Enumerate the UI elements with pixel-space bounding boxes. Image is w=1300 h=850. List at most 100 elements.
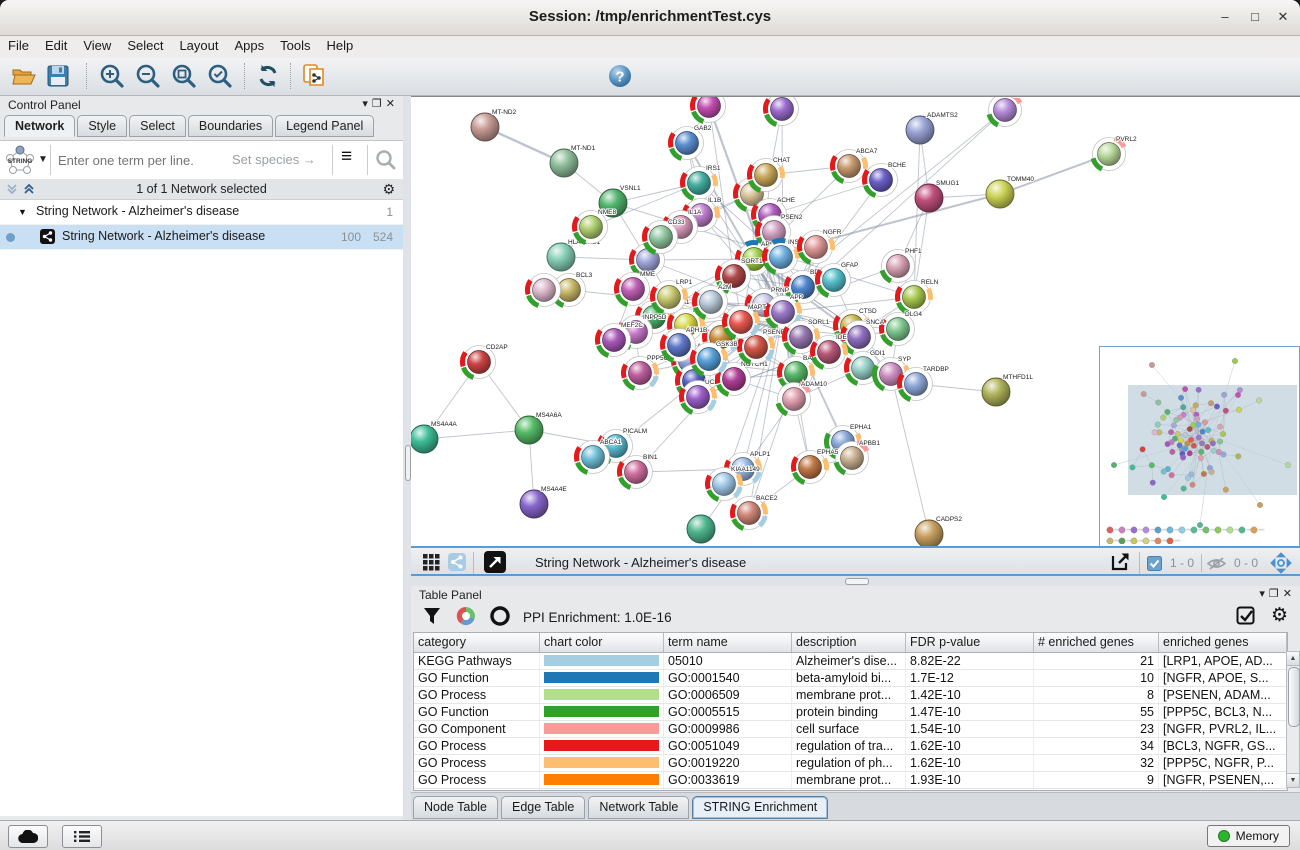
network-row-selected[interactable]: String Network - Alzheimer's disease 100… <box>0 225 403 250</box>
network-node-cd2ap[interactable]: CD2AP <box>463 344 508 379</box>
network-canvas[interactable]: MT-ND2MT-ND1VSNL1GAB2CASP3CR1ADAMTS2CELF… <box>411 96 1300 547</box>
network-node-ms4a4e[interactable]: MS4A4E <box>520 486 567 518</box>
tab-network-table[interactable]: Network Table <box>588 796 689 819</box>
task-history-button[interactable] <box>62 825 102 848</box>
menu-tools[interactable]: Tools <box>272 36 318 55</box>
tab-edge-table[interactable]: Edge Table <box>501 796 585 819</box>
hidden-eye-icon[interactable] <box>1207 556 1226 571</box>
table-row[interactable]: GO ProcessGO:0006509membrane prot...1.42… <box>414 687 1287 704</box>
scroll-down-button[interactable]: ▼ <box>1287 773 1299 787</box>
menu-layout[interactable]: Layout <box>171 36 226 55</box>
table-row[interactable]: GO ProcessGO:0033619membrane prot...1.93… <box>414 772 1287 789</box>
column-header-chart-color[interactable]: chart color <box>540 633 664 652</box>
table-row[interactable]: GO ProcessGO:0050435beta-amyloid m...2.0… <box>414 789 1287 790</box>
panel-close-icon[interactable]: ✕ <box>1283 588 1296 600</box>
save-session-button[interactable] <box>42 61 74 91</box>
network-node-cr1[interactable]: CR1 <box>766 97 803 126</box>
network-node-chat[interactable]: CHAT <box>750 157 791 192</box>
network-node-adam10[interactable]: ADAM10 <box>778 381 828 416</box>
network-node-bche[interactable]: BCHE <box>865 162 907 197</box>
column-header-FDR-p-value[interactable]: FDR p-value <box>906 633 1034 652</box>
panel-menu-icon[interactable]: ▾ <box>1259 588 1269 600</box>
table-row[interactable]: GO FunctionGO:0005515protein binding1.47… <box>414 704 1287 721</box>
species-hint[interactable]: Set species → <box>232 152 316 167</box>
selected-checkbox-icon[interactable] <box>1147 556 1162 571</box>
menu-help[interactable]: Help <box>319 36 362 55</box>
string-dropdown-caret[interactable]: ▼ <box>38 154 48 165</box>
network-node-cadps2[interactable]: CADPS2 <box>915 516 962 547</box>
tab-network[interactable]: Network <box>4 115 75 137</box>
menu-edit[interactable]: Edit <box>37 36 75 55</box>
network-node-apbb1[interactable]: APBB1 <box>836 440 881 475</box>
menu-view[interactable]: View <box>75 36 119 55</box>
network-node-adamts2[interactable]: ADAMTS2 <box>906 112 958 144</box>
network-node-pvrl2[interactable]: PVRL2 <box>1093 136 1137 171</box>
table-row[interactable]: GO ProcessGO:0019220regulation of ph...1… <box>414 755 1287 772</box>
network-node-gfap[interactable]: GFAP <box>818 262 859 297</box>
menu-file[interactable]: File <box>0 36 37 55</box>
zoom-in-button[interactable] <box>96 61 128 91</box>
table-row[interactable]: KEGG Pathways05010Alzheimer's dise...8.8… <box>414 653 1287 670</box>
column-header-description[interactable]: description <box>792 633 906 652</box>
tab-boundaries[interactable]: Boundaries <box>188 115 273 137</box>
memory-button[interactable]: Memory <box>1207 825 1290 847</box>
panel-close-icon[interactable]: ✕ <box>386 98 399 110</box>
filter-icon[interactable] <box>423 607 441 625</box>
panel-menu-icon[interactable]: ▾ <box>362 98 372 110</box>
network-from-file-button[interactable] <box>298 61 330 91</box>
network-node-gab2[interactable]: GAB2 <box>671 125 712 160</box>
column-header-category[interactable]: category <box>414 633 540 652</box>
tree-expand-icon[interactable]: ▼ <box>18 207 27 217</box>
help-button[interactable]: ? <box>604 61 636 91</box>
network-node-snca[interactable]: SNCA <box>843 319 885 354</box>
pie-chart-icon[interactable] <box>455 605 477 627</box>
zoom-selected-button[interactable] <box>204 61 236 91</box>
network-node-mt-nd2[interactable]: MT-ND2 <box>471 109 517 141</box>
birds-eye-toggle-icon[interactable] <box>1270 552 1292 574</box>
network-node-ppp5c[interactable]: PPP5C <box>623 355 668 390</box>
zoom-fit-button[interactable] <box>168 61 200 91</box>
ring-chart-icon[interactable] <box>489 605 511 627</box>
column-header-term-name[interactable]: term name <box>664 633 792 652</box>
table-row[interactable]: GO FunctionGO:0001540beta-amyloid bi...1… <box>414 670 1287 687</box>
network-node-mme[interactable]: MME <box>617 271 656 306</box>
minimize-button[interactable]: – <box>1214 7 1236 27</box>
menu-select[interactable]: Select <box>119 36 171 55</box>
close-button[interactable]: ✕ <box>1272 7 1294 27</box>
string-options-menu-icon[interactable]: ≡ <box>341 146 352 168</box>
string-search-icon[interactable] <box>375 149 397 171</box>
column-header--enriched-genes[interactable]: # enriched genes <box>1034 633 1159 652</box>
network-node-casp3[interactable]: CASP3 <box>693 97 738 123</box>
column-header-enriched-genes[interactable]: enriched genes <box>1159 633 1287 652</box>
grid-view-button[interactable] <box>419 551 443 573</box>
network-node-reln[interactable]: RELN <box>898 279 939 314</box>
network-node-celf1[interactable]: CELF1 <box>989 97 1033 127</box>
network-node-bace2[interactable]: BACE2 <box>732 495 777 530</box>
panel-float-icon[interactable]: ❐ <box>1269 588 1283 600</box>
refresh-button[interactable] <box>252 61 284 91</box>
network-options-gear-icon[interactable]: ⚙ <box>382 181 395 198</box>
table-row[interactable]: GO ProcessGO:0051049regulation of tra...… <box>414 738 1287 755</box>
table-scrollbar[interactable]: ▲ ▼ <box>1286 651 1300 788</box>
network-node-ms4a6a[interactable]: MS4A6A <box>515 412 562 444</box>
export-view-button[interactable] <box>1108 551 1132 573</box>
network-node-phf1[interactable]: PHF1 <box>882 248 923 283</box>
tab-style[interactable]: Style <box>77 115 127 137</box>
network-node-bin1[interactable]: BIN1 <box>620 454 658 489</box>
open-file-button[interactable] <box>8 61 40 91</box>
network-node-dlg4[interactable]: DLG4 <box>882 311 923 346</box>
menu-apps[interactable]: Apps <box>227 36 273 55</box>
share-network-button[interactable] <box>445 551 469 573</box>
network-node[interactable] <box>528 274 561 307</box>
table-settings-gear-icon[interactable]: ⚙ <box>1271 604 1288 627</box>
maximize-button[interactable]: □ <box>1244 7 1266 27</box>
network-node-tardbp[interactable]: TARDBP <box>900 366 949 401</box>
network-node-nme8[interactable]: NME8 <box>575 209 617 244</box>
network-collection-row[interactable]: ▼ String Network - Alzheimer's disease 1 <box>0 200 403 225</box>
tab-node-table[interactable]: Node Table <box>413 796 498 819</box>
tab-string-enrichment[interactable]: STRING Enrichment <box>692 796 828 819</box>
horizontal-splitter-handle[interactable] <box>845 578 869 585</box>
network-node[interactable] <box>687 515 715 543</box>
tab-legend-panel[interactable]: Legend Panel <box>275 115 374 137</box>
network-node-tomm40[interactable]: TOMM40 <box>986 176 1034 208</box>
